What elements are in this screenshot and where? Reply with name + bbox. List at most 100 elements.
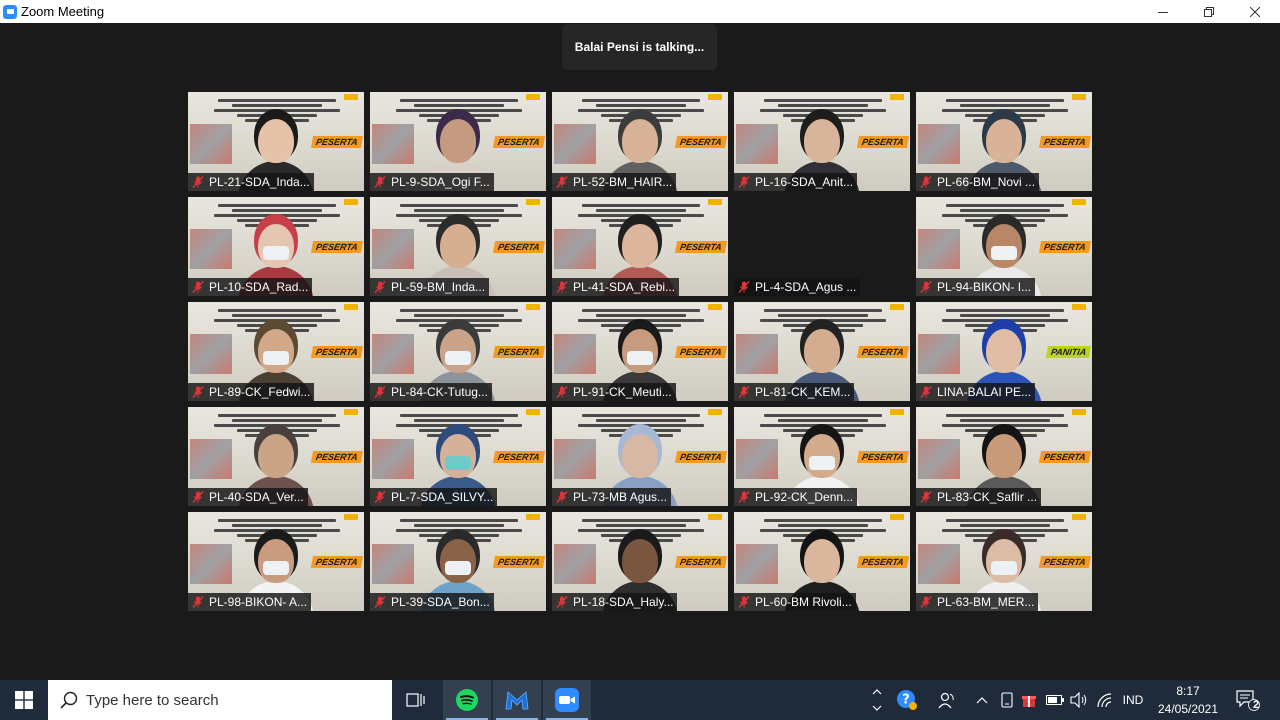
role-badge: PESERTA <box>857 346 910 358</box>
role-badge: PESERTA <box>1039 556 1092 568</box>
background-collage <box>736 439 778 479</box>
task-view-button[interactable] <box>392 680 440 720</box>
muted-mic-icon <box>556 491 568 503</box>
meeting-view: Balai Pensi is talking... PESERTA PL-21-S… <box>0 23 1280 680</box>
participant-tile[interactable]: PANITIA LINA-BALAI PE... <box>916 302 1092 401</box>
muted-mic-icon <box>920 491 932 503</box>
spotify-taskbar-button[interactable] <box>443 680 491 720</box>
talking-indicator: Balai Pensi is talking... <box>562 24 717 70</box>
participant-name: PL-92-CK_Denn... <box>755 490 854 504</box>
clock-time: 8:17 <box>1176 684 1200 698</box>
participant-tile[interactable]: PESERTA PL-89-CK_Fedwi... <box>188 302 364 401</box>
participant-name: PL-84-CK-Tutug... <box>391 385 488 399</box>
participant-name: PL-40-SDA_Ver... <box>209 490 304 504</box>
background-collage <box>372 229 414 269</box>
background-collage <box>554 334 596 374</box>
muted-mic-icon <box>738 281 750 293</box>
role-badge: PESERTA <box>857 136 910 148</box>
background-collage <box>736 544 778 584</box>
action-center-button[interactable]: 2 <box>1230 680 1266 720</box>
participant-gallery: PESERTA PL-21-SDA_Inda... PESERTA PL-9-SDA_… <box>188 92 1092 612</box>
help-tray-button[interactable]: ? <box>893 680 921 720</box>
participant-tile[interactable]: PESERTA PL-9-SDA_Ogi F... <box>370 92 546 191</box>
participant-name-bar: PL-73-MB Agus... <box>552 488 672 506</box>
participant-tile[interactable]: PESERTA PL-41-SDA_Rebi... <box>552 197 728 296</box>
participant-tile[interactable]: PESERTA PL-98-BIKON- A... <box>188 512 364 611</box>
taskbar-scroll-arrows[interactable] <box>866 680 888 720</box>
participant-tile[interactable]: PESERTA PL-73-MB Agus... <box>552 407 728 506</box>
language-indicator[interactable]: IND <box>1118 680 1148 720</box>
minimize-icon <box>1158 11 1168 13</box>
role-badge: PESERTA <box>675 241 728 253</box>
background-collage <box>372 124 414 164</box>
gift-tray-button[interactable]: 1 <box>1018 680 1040 720</box>
zoom-taskbar-button[interactable] <box>543 680 591 720</box>
background-collage <box>554 439 596 479</box>
phone-tray-button[interactable] <box>996 680 1018 720</box>
participant-tile[interactable]: PESERTA PL-59-BM_Inda... <box>370 197 546 296</box>
participant-name-bar: PL-83-CK_Saflir ... <box>916 488 1042 506</box>
role-badge: PESERTA <box>493 451 546 463</box>
close-button[interactable] <box>1232 0 1278 23</box>
participant-tile[interactable]: PESERTA PL-84-CK-Tutug... <box>370 302 546 401</box>
participant-tile[interactable]: PESERTA PL-7-SDA_SILVY... <box>370 407 546 506</box>
participant-tile[interactable]: PESERTA PL-16-SDA_Anit... <box>734 92 910 191</box>
participant-tile[interactable]: PESERTA PL-39-SDA_Bon... <box>370 512 546 611</box>
participant-tile[interactable]: PESERTA PL-60-BM Rivoli... <box>734 512 910 611</box>
show-hidden-icons-button[interactable] <box>972 680 992 720</box>
window-title: Zoom Meeting <box>21 4 105 19</box>
participant-name: PL-83-CK_Saflir ... <box>937 490 1038 504</box>
participant-tile[interactable]: PESERTA PL-94-BIKON- I... <box>916 197 1092 296</box>
background-collage <box>918 334 960 374</box>
network-tray-button[interactable] <box>1094 680 1116 720</box>
participant-tile[interactable]: PL-4-SDA_Agus ... <box>734 197 910 296</box>
participant-tile[interactable]: PESERTA PL-10-SDA_Rad... <box>188 197 364 296</box>
zoom-app-icon <box>3 4 17 19</box>
restore-button[interactable] <box>1186 0 1232 23</box>
participant-tile[interactable]: PESERTA PL-66-BM_Novi ... <box>916 92 1092 191</box>
search-icon <box>60 691 78 709</box>
wifi-icon <box>1097 693 1112 708</box>
pu-logo <box>1072 199 1086 205</box>
muted-mic-icon <box>374 281 386 293</box>
muted-mic-icon <box>920 596 932 608</box>
pu-logo <box>1072 514 1086 520</box>
participant-tile[interactable]: PESERTA PL-83-CK_Saflir ... <box>916 407 1092 506</box>
participant-tile[interactable]: PESERTA PL-40-SDA_Ver... <box>188 407 364 506</box>
pu-logo <box>344 304 358 310</box>
pu-logo <box>526 514 540 520</box>
participant-name: PL-41-SDA_Rebi... <box>573 280 676 294</box>
participant-name-bar: PL-63-BM_MER... <box>916 593 1039 611</box>
participant-name: PL-52-BM_HAIR... <box>573 175 673 189</box>
background-collage <box>190 229 232 269</box>
volume-tray-button[interactable] <box>1068 680 1090 720</box>
zoom-icon <box>555 688 579 712</box>
participant-tile[interactable]: PESERTA PL-81-CK_KEM... <box>734 302 910 401</box>
participant-name: PL-59-BM_Inda... <box>391 280 486 294</box>
muted-mic-icon <box>738 596 750 608</box>
participant-tile[interactable]: PESERTA PL-21-SDA_Inda... <box>188 92 364 191</box>
participant-tile[interactable]: PESERTA PL-18-SDA_Haly... <box>552 512 728 611</box>
search-input[interactable] <box>86 691 366 709</box>
participant-tile[interactable]: PESERTA PL-63-BM_MER... <box>916 512 1092 611</box>
pu-logo <box>890 514 904 520</box>
minimize-button[interactable] <box>1140 0 1186 23</box>
participant-tile[interactable]: PESERTA PL-92-CK_Denn... <box>734 407 910 506</box>
battery-tray-button[interactable] <box>1044 680 1066 720</box>
participant-name-bar: PL-9-SDA_Ogi F... <box>370 173 494 191</box>
participant-name: LINA-BALAI PE... <box>937 385 1032 399</box>
clock[interactable]: 8:17 24/05/2021 <box>1152 682 1224 718</box>
malwarebytes-taskbar-button[interactable] <box>493 680 541 720</box>
pu-logo <box>708 94 722 100</box>
participant-name: PL-39-SDA_Bon... <box>391 595 490 609</box>
participant-tile[interactable]: PESERTA PL-91-CK_Meuti... <box>552 302 728 401</box>
people-tray-button[interactable] <box>933 680 961 720</box>
participant-tile[interactable]: PESERTA PL-52-BM_HAIR... <box>552 92 728 191</box>
taskbar-search[interactable] <box>48 680 392 720</box>
role-badge: PANITIA <box>1045 346 1092 358</box>
background-collage <box>554 124 596 164</box>
participant-name: PL-60-BM Rivoli... <box>755 595 852 609</box>
pu-logo <box>890 409 904 415</box>
start-button[interactable] <box>0 680 48 720</box>
pu-logo <box>708 199 722 205</box>
